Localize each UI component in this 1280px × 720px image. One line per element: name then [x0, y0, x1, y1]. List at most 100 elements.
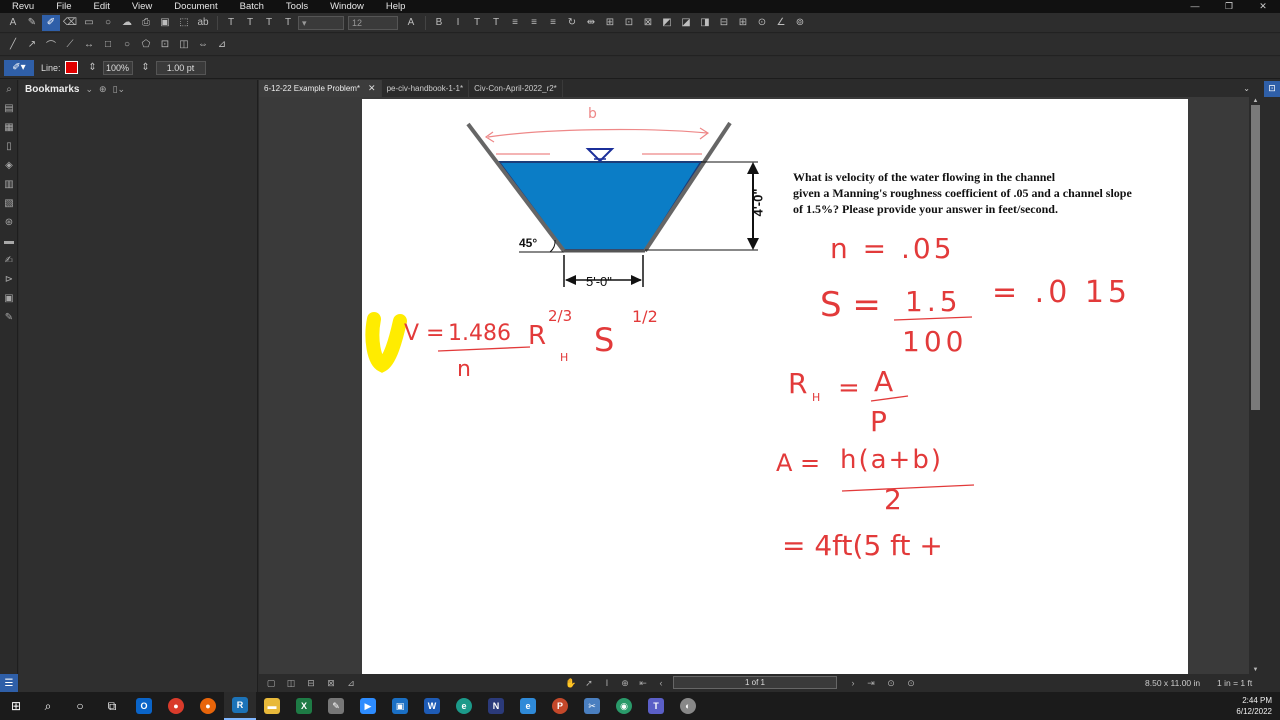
prev-page-icon[interactable]: ‹ — [653, 676, 669, 690]
opacity-stepper-icon[interactable]: ⇕ — [84, 60, 102, 76]
tags-icon[interactable]: ⊳ — [0, 270, 18, 288]
select-area-icon[interactable]: ⬚ — [175, 15, 193, 31]
text-note-icon[interactable]: T — [279, 15, 297, 31]
line-width-input[interactable]: 1.00 pt — [155, 60, 206, 75]
thumbnails-icon[interactable]: ▤ — [0, 99, 18, 117]
stamp-icon[interactable]: ⎙ — [137, 15, 155, 31]
scale-label[interactable]: 1 in = 1 ft — [1217, 678, 1252, 688]
links-icon[interactable]: ⊛ — [0, 213, 18, 231]
underline-icon[interactable]: T — [468, 15, 486, 31]
text-callout-icon[interactable]: T — [260, 15, 278, 31]
panel-toggle-icon[interactable]: ⊡ — [1264, 80, 1280, 97]
rotate-icon[interactable]: ↻ — [563, 15, 581, 31]
scroll-down-icon[interactable]: ▼ — [1249, 666, 1262, 674]
line-icon[interactable]: ╱ — [4, 37, 22, 53]
pen-icon[interactable]: ✐ — [42, 14, 60, 31]
measure-radius-icon[interactable]: ⊙ — [753, 15, 771, 31]
font-size-select[interactable]: 12 — [348, 15, 398, 30]
measure-tool-icon[interactable]: ⊿ — [213, 37, 231, 53]
single-page-icon[interactable]: ▢ — [263, 676, 279, 690]
measure-angle-icon[interactable]: ∠ — [772, 15, 790, 31]
dimension-icon[interactable]: ↔ — [80, 37, 98, 53]
tool-icon[interactable]: ✎ — [320, 692, 352, 720]
toolchest-icon[interactable]: ▥ — [0, 175, 18, 193]
rectangle-icon[interactable]: ▭ — [80, 15, 98, 31]
layers-icon[interactable]: ◈ — [0, 156, 18, 174]
menu-file[interactable]: File — [56, 1, 71, 12]
align-left-icon[interactable]: ≡ — [506, 15, 524, 31]
text-bold-icon[interactable]: T — [241, 15, 259, 31]
edge-icon[interactable]: e — [448, 692, 480, 720]
snip-tool-icon[interactable]: ✂ — [576, 692, 608, 720]
align-center-icon[interactable]: ≡ — [525, 15, 543, 31]
menu-view[interactable]: View — [132, 1, 152, 12]
onenote-notes-icon[interactable]: N — [480, 692, 512, 720]
vertical-scrollbar[interactable]: ▲ ▼ — [1249, 97, 1262, 674]
menu-document[interactable]: Document — [174, 1, 217, 12]
italic-icon[interactable]: I — [449, 15, 467, 31]
teams-icon[interactable]: T — [640, 692, 672, 720]
font-color-icon[interactable]: A — [402, 15, 420, 31]
tab-example-problem[interactable]: 6-12-22 Example Problem* ✕ — [259, 80, 382, 97]
distribute-icon[interactable]: ⇹ — [582, 15, 600, 31]
highlight-icon[interactable]: ✎ — [23, 15, 41, 31]
last-page-icon[interactable]: ⇥ — [863, 676, 879, 690]
select-text-icon[interactable]: Ⅰ — [599, 676, 615, 690]
first-page-icon[interactable]: ⇤ — [635, 676, 651, 690]
search-icon[interactable]: ⌕ — [32, 692, 64, 720]
tab-list-chevron-icon[interactable]: ⌄ — [1243, 84, 1250, 93]
document-viewport[interactable]: b 4'-0" 5'-0" 45° What is velocity of th… — [259, 97, 1249, 674]
maps-icon[interactable]: ◉ — [608, 692, 640, 720]
split-horizontal-icon[interactable]: ⊟ — [303, 676, 319, 690]
circle-icon[interactable]: ○ — [118, 37, 136, 53]
hatch-icon[interactable]: ⇔ — [194, 37, 212, 53]
back-icon[interactable]: ⊙ — [883, 676, 899, 690]
excel-icon[interactable]: X — [288, 692, 320, 720]
calibrate-icon[interactable]: ⊚ — [791, 15, 809, 31]
minimize-icon[interactable]: — — [1178, 0, 1212, 13]
page-number-field[interactable]: 1 of 1 — [673, 676, 837, 689]
arc-icon[interactable]: ⌒ — [42, 37, 60, 53]
scroll-thumb[interactable] — [1251, 105, 1260, 410]
menu-help[interactable]: Help — [386, 1, 406, 12]
measure-volume-icon[interactable]: ◪ — [677, 15, 695, 31]
box-icon[interactable]: □ — [99, 37, 117, 53]
menu-tools[interactable]: Tools — [286, 1, 308, 12]
menu-edit[interactable]: Edit — [94, 1, 110, 12]
bookmark-options-icon[interactable]: ▯⌄ — [113, 84, 126, 95]
word-icon[interactable]: W — [416, 692, 448, 720]
line-color-swatch[interactable] — [64, 61, 78, 74]
split-vertical-icon[interactable]: ◫ — [283, 676, 299, 690]
sync-icon[interactable]: ⊠ — [323, 676, 339, 690]
grid-icon[interactable]: ▦ — [0, 118, 18, 136]
add-bookmark-icon[interactable]: ⊕ — [99, 84, 107, 95]
strikethrough-icon[interactable]: T — [487, 15, 505, 31]
measure-polylength-icon[interactable]: ⊞ — [734, 15, 752, 31]
eraser-icon[interactable]: ⌫ — [61, 15, 79, 31]
text-box-icon[interactable]: A — [4, 15, 22, 31]
signatures-icon[interactable]: ✍ — [0, 251, 18, 269]
outlook-icon[interactable]: O — [128, 692, 160, 720]
search-icon[interactable]: ⌕ — [0, 80, 18, 98]
cloud-plus-icon[interactable]: ⊡ — [156, 37, 174, 53]
image-icon[interactable]: ▣ — [156, 15, 174, 31]
text-tool-icon[interactable]: T — [222, 15, 240, 31]
arrow-icon[interactable]: ↗ — [23, 37, 41, 53]
bluebeam-revu-icon[interactable]: R — [224, 692, 256, 720]
bold-icon[interactable]: B — [430, 15, 448, 31]
close-tab-icon[interactable]: ✕ — [368, 83, 376, 94]
internet-explorer-icon[interactable]: e — [512, 692, 544, 720]
task-view-icon[interactable]: ⧉ — [96, 692, 128, 720]
tab-civ-con[interactable]: Civ-Con-April-2022_r2* — [469, 80, 563, 97]
forward-icon[interactable]: ⊙ — [903, 676, 919, 690]
pan-icon[interactable]: ✋ — [563, 676, 579, 690]
file-explorer-icon[interactable]: ▬ — [256, 692, 288, 720]
select-icon[interactable]: ➚ — [581, 676, 597, 690]
app-icon[interactable]: ◐ — [672, 692, 704, 720]
measure-count-icon[interactable]: ◨ — [696, 15, 714, 31]
close-icon[interactable]: ✕ — [1246, 0, 1280, 13]
restore-icon[interactable]: ❐ — [1212, 0, 1246, 13]
measure-area-icon[interactable]: ⊠ — [639, 15, 657, 31]
bookmarks-icon[interactable]: ▯ — [0, 137, 18, 155]
typewriter-icon[interactable]: ab — [194, 15, 212, 31]
